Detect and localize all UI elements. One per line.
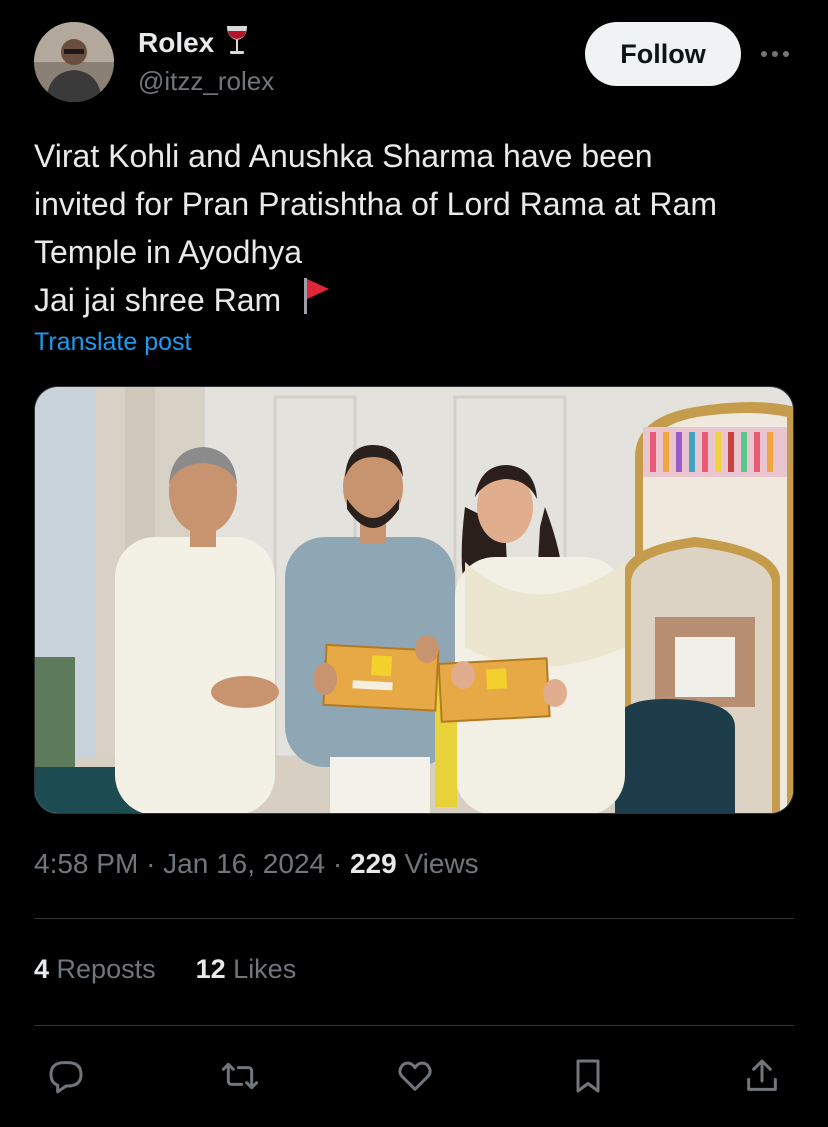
post-text-line-last: Jai jai shree Ram (34, 276, 804, 329)
red-flag-icon (301, 276, 331, 329)
post-text-line: Virat Kohli and Anushka Sharma have been (34, 138, 653, 174)
reply-icon[interactable] (44, 1054, 88, 1098)
bookmark-icon[interactable] (566, 1054, 610, 1098)
engagement-stats: 4 Reposts 12 Likes (34, 954, 296, 985)
post-date[interactable]: Jan 16, 2024 (163, 848, 325, 879)
post-text-line: invited for Pran Pratishtha of Lord Rama… (34, 186, 717, 222)
reposts-label: Reposts (56, 954, 156, 984)
post-image[interactable] (34, 386, 794, 814)
reposts-stat[interactable]: 4 Reposts (34, 954, 156, 985)
views-label: Views (404, 848, 479, 879)
photo-illustration (35, 387, 793, 813)
more-horizontal-icon[interactable] (758, 40, 792, 68)
likes-stat[interactable]: 12 Likes (196, 954, 297, 985)
divider (34, 1025, 794, 1026)
follow-button[interactable]: Follow (585, 22, 741, 86)
avatar[interactable] (34, 22, 114, 102)
post-text-line: Jai jai shree Ram (34, 282, 282, 318)
share-icon[interactable] (740, 1054, 784, 1098)
divider (34, 918, 794, 919)
post-text-line: Temple in Ayodhya (34, 234, 303, 270)
views-count: 229 (349, 848, 397, 879)
post-time[interactable]: 4:58 PM (34, 848, 138, 879)
user-handle[interactable]: @itzz_rolex (138, 66, 274, 97)
repost-icon[interactable] (218, 1054, 262, 1098)
display-name[interactable]: Rolex (138, 27, 214, 59)
like-icon[interactable] (393, 1054, 437, 1098)
meta-separator: · (146, 848, 156, 879)
translate-post-link[interactable]: Translate post (34, 328, 191, 357)
wine-glass-icon (224, 24, 250, 61)
avatar-image (34, 22, 114, 102)
post-meta: 4:58 PM · Jan 16, 2024 · 229 Views (34, 848, 479, 880)
reposts-count: 4 (34, 954, 50, 984)
likes-label: Likes (233, 954, 297, 984)
meta-separator: · (332, 848, 343, 879)
post-text: Virat Kohli and Anushka Sharma have been… (34, 132, 804, 329)
likes-count: 12 (195, 954, 226, 984)
